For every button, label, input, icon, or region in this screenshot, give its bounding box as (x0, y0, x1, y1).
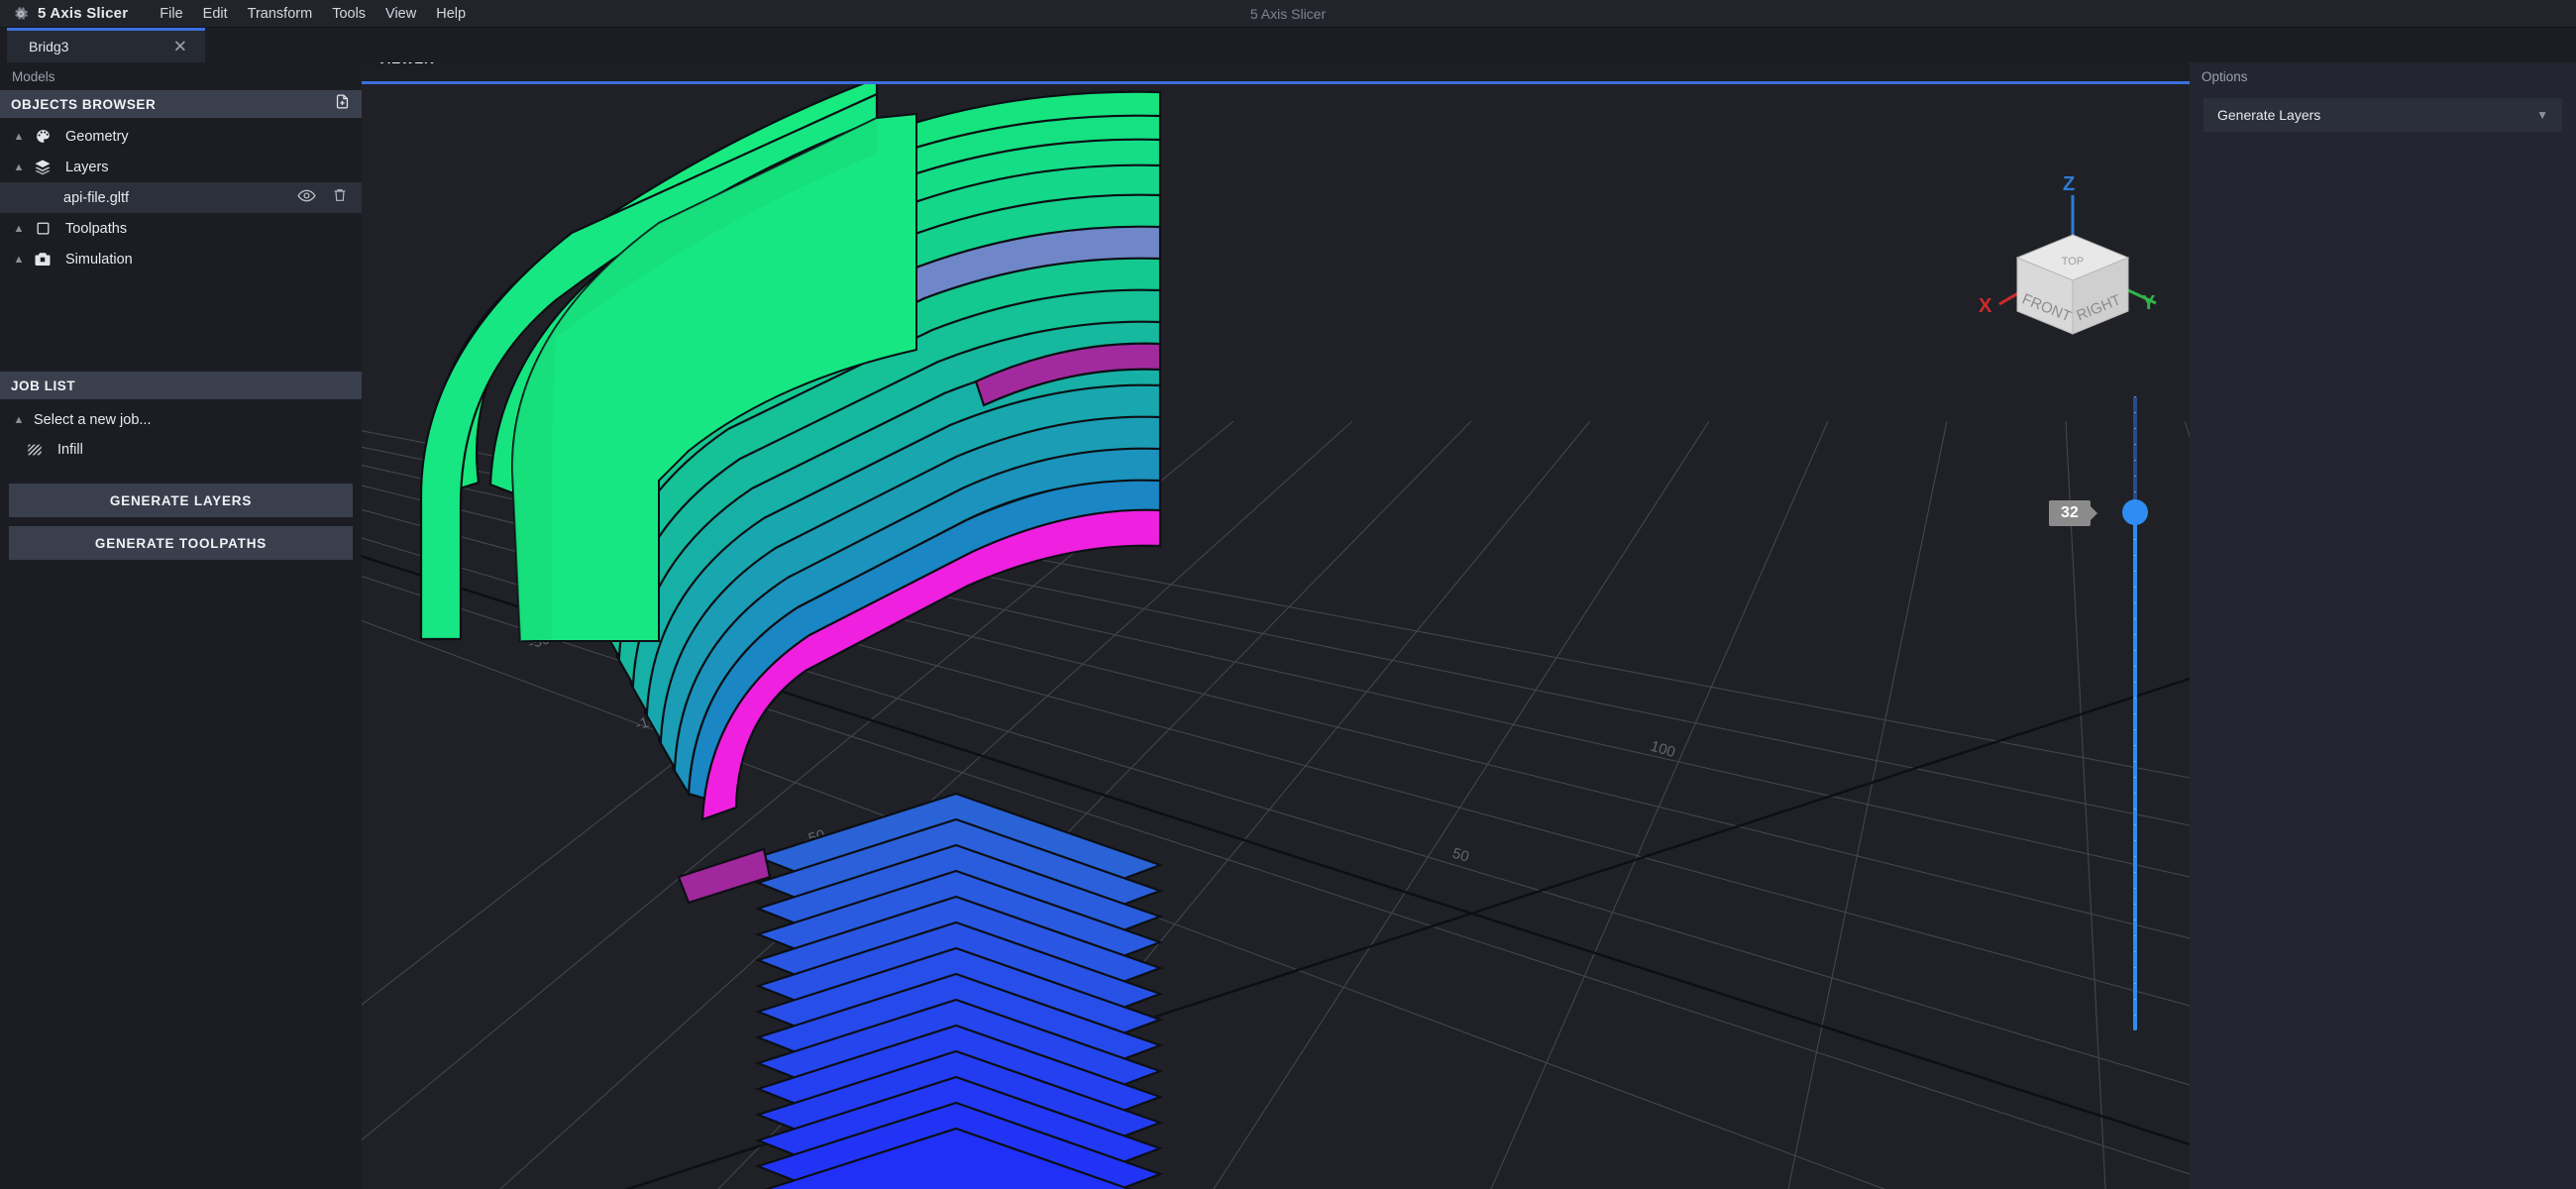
axis-label-z: Z (2063, 173, 2075, 196)
slider-handle[interactable] (2122, 499, 2148, 525)
menu-view[interactable]: View (376, 3, 426, 25)
job-row-select-new[interactable]: ▲ Select a new job... (0, 405, 362, 435)
job-select-label: Select a new job... (34, 412, 152, 428)
viewport-3d-scene[interactable]: -50 -100 -50 50 100 -50 (362, 84, 2190, 1189)
menu-file[interactable]: File (150, 3, 192, 25)
chevron-up-icon[interactable]: ▲ (8, 162, 30, 173)
chevron-up-icon[interactable]: ▲ (8, 223, 30, 235)
tree-label-toolpaths: Toolpaths (65, 221, 127, 237)
menu-transform[interactable]: Transform (238, 3, 323, 25)
generate-layers-button[interactable]: GENERATE LAYERS (9, 484, 353, 517)
job-label-infill: Infill (57, 442, 83, 458)
axis-label-x: X (1979, 295, 1991, 318)
simulation-icon (30, 251, 55, 269)
layer-slider[interactable]: 32 (2130, 396, 2140, 1030)
tree-label-simulation: Simulation (65, 252, 133, 268)
tree-label-layers: Layers (65, 160, 109, 175)
trash-icon[interactable] (332, 187, 348, 208)
eye-icon[interactable] (297, 186, 316, 210)
palette-icon (30, 128, 55, 145)
menu-help[interactable]: Help (426, 3, 476, 25)
right-panel: Options Generate Layers ▼ (2190, 62, 2576, 1189)
tree-row-api-file[interactable]: api-file.gltf (0, 182, 362, 213)
chevron-up-icon[interactable]: ▲ (8, 131, 30, 143)
left-panel: Models OBJECTS BROWSER ▲ Geometry ▲ (0, 62, 362, 1189)
tree-label-api-file: api-file.gltf (63, 190, 129, 206)
chevron-up-icon[interactable]: ▲ (8, 254, 30, 266)
options-caption: Options (2190, 62, 2576, 90)
navcube-label-top: TOP (2062, 256, 2084, 268)
chevron-down-icon[interactable]: ▼ (2536, 108, 2548, 122)
layers-icon (30, 159, 55, 176)
tree-row-simulation[interactable]: ▲ Simulation (0, 244, 362, 274)
file-add-icon[interactable] (334, 93, 351, 115)
options-dropdown[interactable]: Generate Layers ▼ (2203, 98, 2562, 132)
job-list-body: ▲ Select a new job... Infill (0, 399, 362, 475)
navigation-cube[interactable]: TOP FRONT RIGHT Z X Y (1962, 173, 2190, 347)
document-tab-label: Bridg3 (29, 39, 68, 54)
document-tab-strip: Bridg3 ✕ (0, 28, 2576, 62)
options-dropdown-value: Generate Layers (2217, 107, 2320, 123)
slider-value-tooltip: 32 (2049, 500, 2091, 526)
viewer-canvas-area[interactable]: -50 -100 -50 50 100 -50 (362, 84, 2190, 1189)
square-icon (30, 221, 55, 236)
axis-label-y: Y (2142, 292, 2155, 315)
hatch-icon (22, 442, 48, 458)
app-logo-gear-icon (10, 3, 32, 25)
objects-browser-title: OBJECTS BROWSER (11, 97, 156, 112)
title-bar: 5 Axis Slicer File Edit Transform Tools … (0, 0, 2576, 28)
job-list-header: JOB LIST (0, 372, 362, 399)
slider-tick-marks (2134, 396, 2136, 1030)
menu-tools[interactable]: Tools (322, 3, 376, 25)
objects-browser-header: OBJECTS BROWSER (0, 90, 362, 118)
tree-row-layers[interactable]: ▲ Layers (0, 152, 362, 182)
objects-tree: ▲ Geometry ▲ Layers api-file.gltf (0, 118, 362, 274)
close-icon[interactable]: ✕ (173, 39, 187, 55)
tree-label-geometry: Geometry (65, 129, 129, 145)
viewer-tab-underline (362, 81, 2190, 84)
chevron-up-icon[interactable]: ▲ (8, 414, 30, 426)
job-row-infill[interactable]: Infill (0, 435, 362, 465)
tree-row-toolpaths[interactable]: ▲ Toolpaths (0, 213, 362, 244)
generate-toolpaths-button[interactable]: GENERATE TOOLPATHS (9, 526, 353, 560)
tree-row-geometry[interactable]: ▲ Geometry (0, 121, 362, 152)
app-name: 5 Axis Slicer (38, 5, 128, 22)
menu-edit[interactable]: Edit (193, 3, 238, 25)
job-list-title: JOB LIST (11, 378, 75, 393)
model-lower-layer-stack (758, 794, 1160, 1189)
models-caption: Models (0, 62, 362, 90)
document-tab-bridg3[interactable]: Bridg3 ✕ (7, 28, 205, 62)
